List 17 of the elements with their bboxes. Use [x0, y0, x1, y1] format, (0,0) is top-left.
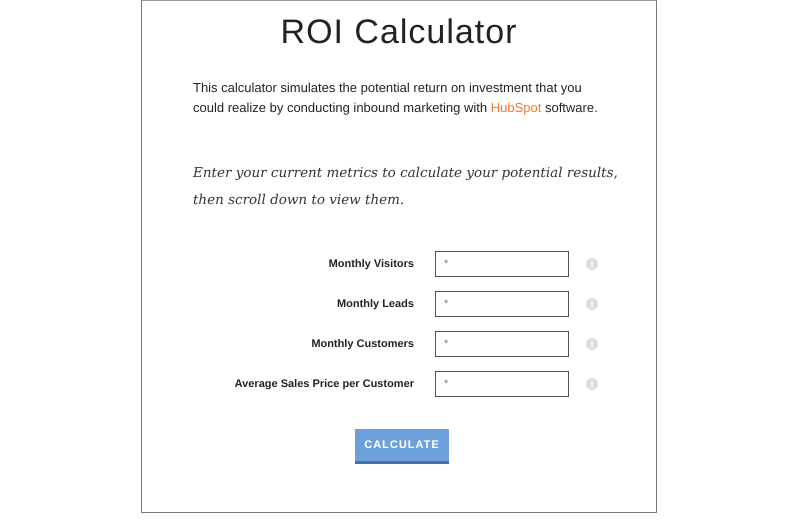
field-label: Average Sales Price per Customer: [234, 378, 414, 390]
page-title: ROI Calculator: [280, 13, 518, 52]
hubspot-link[interactable]: HubSpot: [490, 100, 542, 115]
help-icon[interactable]: [586, 338, 598, 350]
calculate-button[interactable]: CALCULATE: [355, 429, 449, 464]
field-label: Monthly Visitors: [328, 258, 414, 270]
field-label: Monthly Leads: [336, 298, 414, 310]
instructions-text: Enter your current metrics to calculate your potential results, then scroll down to view them.: [193, 164, 619, 210]
input-field[interactable]: *: [435, 291, 569, 317]
input-field[interactable]: *: [435, 331, 569, 357]
help-icon[interactable]: [586, 258, 598, 270]
input-field[interactable]: *: [435, 251, 569, 277]
input-field[interactable]: *: [435, 371, 569, 397]
intro-paragraph: This calculator simulates the potential return on investment that you could realize by conducting inbound marketing with HubSpot software.: [193, 79, 599, 117]
help-icon[interactable]: [586, 378, 598, 390]
field-label: Monthly Customers: [310, 338, 414, 350]
help-icon[interactable]: [586, 298, 598, 310]
